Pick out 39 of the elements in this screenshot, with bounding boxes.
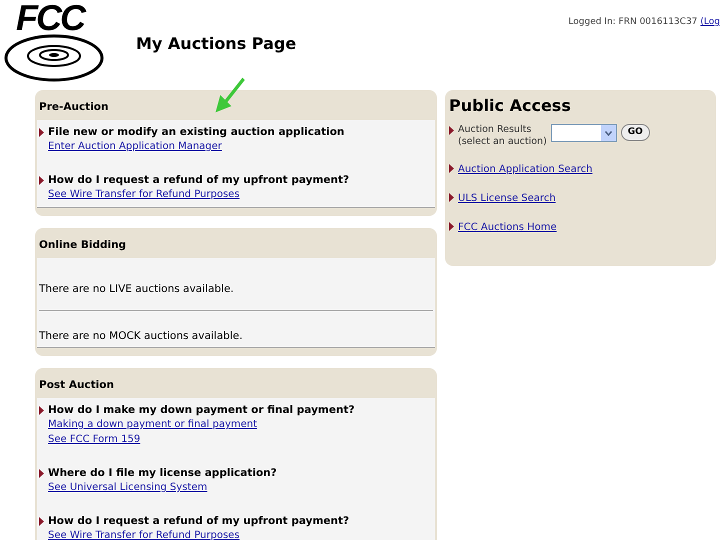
link[interactable]: See FCC Form 159 [48,432,140,447]
bullet-icon [449,222,454,231]
panel-title: Online Bidding [39,239,126,251]
auction-dropdown[interactable] [550,124,617,142]
bullet-icon [449,126,454,135]
question-text: File new or modify an existing auction application [48,126,344,139]
panel-title: Public Access [449,95,572,117]
question-text: How do I request a refund of my upfront payment? [48,174,350,187]
message-text: There are no LIVE auctions available. [39,283,234,295]
bullet-icon [39,469,44,478]
logo-text: FCC [16,0,84,36]
link[interactable]: See Universal Licensing System [48,480,208,495]
chevron-down-icon [604,130,612,136]
question-text: How do I request a refund of my upfront payment? [48,515,350,528]
bullet-icon [39,406,44,415]
field-label: Auction Results [458,124,532,136]
panel-title: Post Auction [39,379,114,391]
page-title: My Auctions Page [136,33,296,55]
panel-title: Pre-Auction [39,101,108,113]
link[interactable]: Making a down payment or final payment [48,417,258,432]
logout-link[interactable]: (Log [700,16,720,30]
link[interactable]: See Wire Transfer for Refund Purposes [48,528,240,540]
link[interactable]: FCC Auctions Home [458,220,557,235]
bullet-icon [39,517,44,526]
question-text: Where do I file my license application? [48,467,277,480]
go-button[interactable]: GO [620,124,650,141]
link[interactable]: Enter Auction Application Manager [48,139,222,154]
bullet-icon [39,128,44,137]
login-status: Logged In: FRN 0016113C37 [568,16,698,29]
link[interactable]: See Wire Transfer for Refund Purposes [48,187,240,202]
bullet-icon [449,193,454,202]
rings-icon [4,34,104,82]
question-text: How do I make my down payment or final payment? [48,404,355,417]
bullet-icon [449,164,454,173]
link[interactable]: Auction Application Search [458,162,592,177]
field-hint: (select an auction) [458,136,547,148]
link[interactable]: ULS License Search [458,191,556,206]
message-text: There are no MOCK auctions available. [39,330,243,342]
bullet-icon [39,176,44,185]
